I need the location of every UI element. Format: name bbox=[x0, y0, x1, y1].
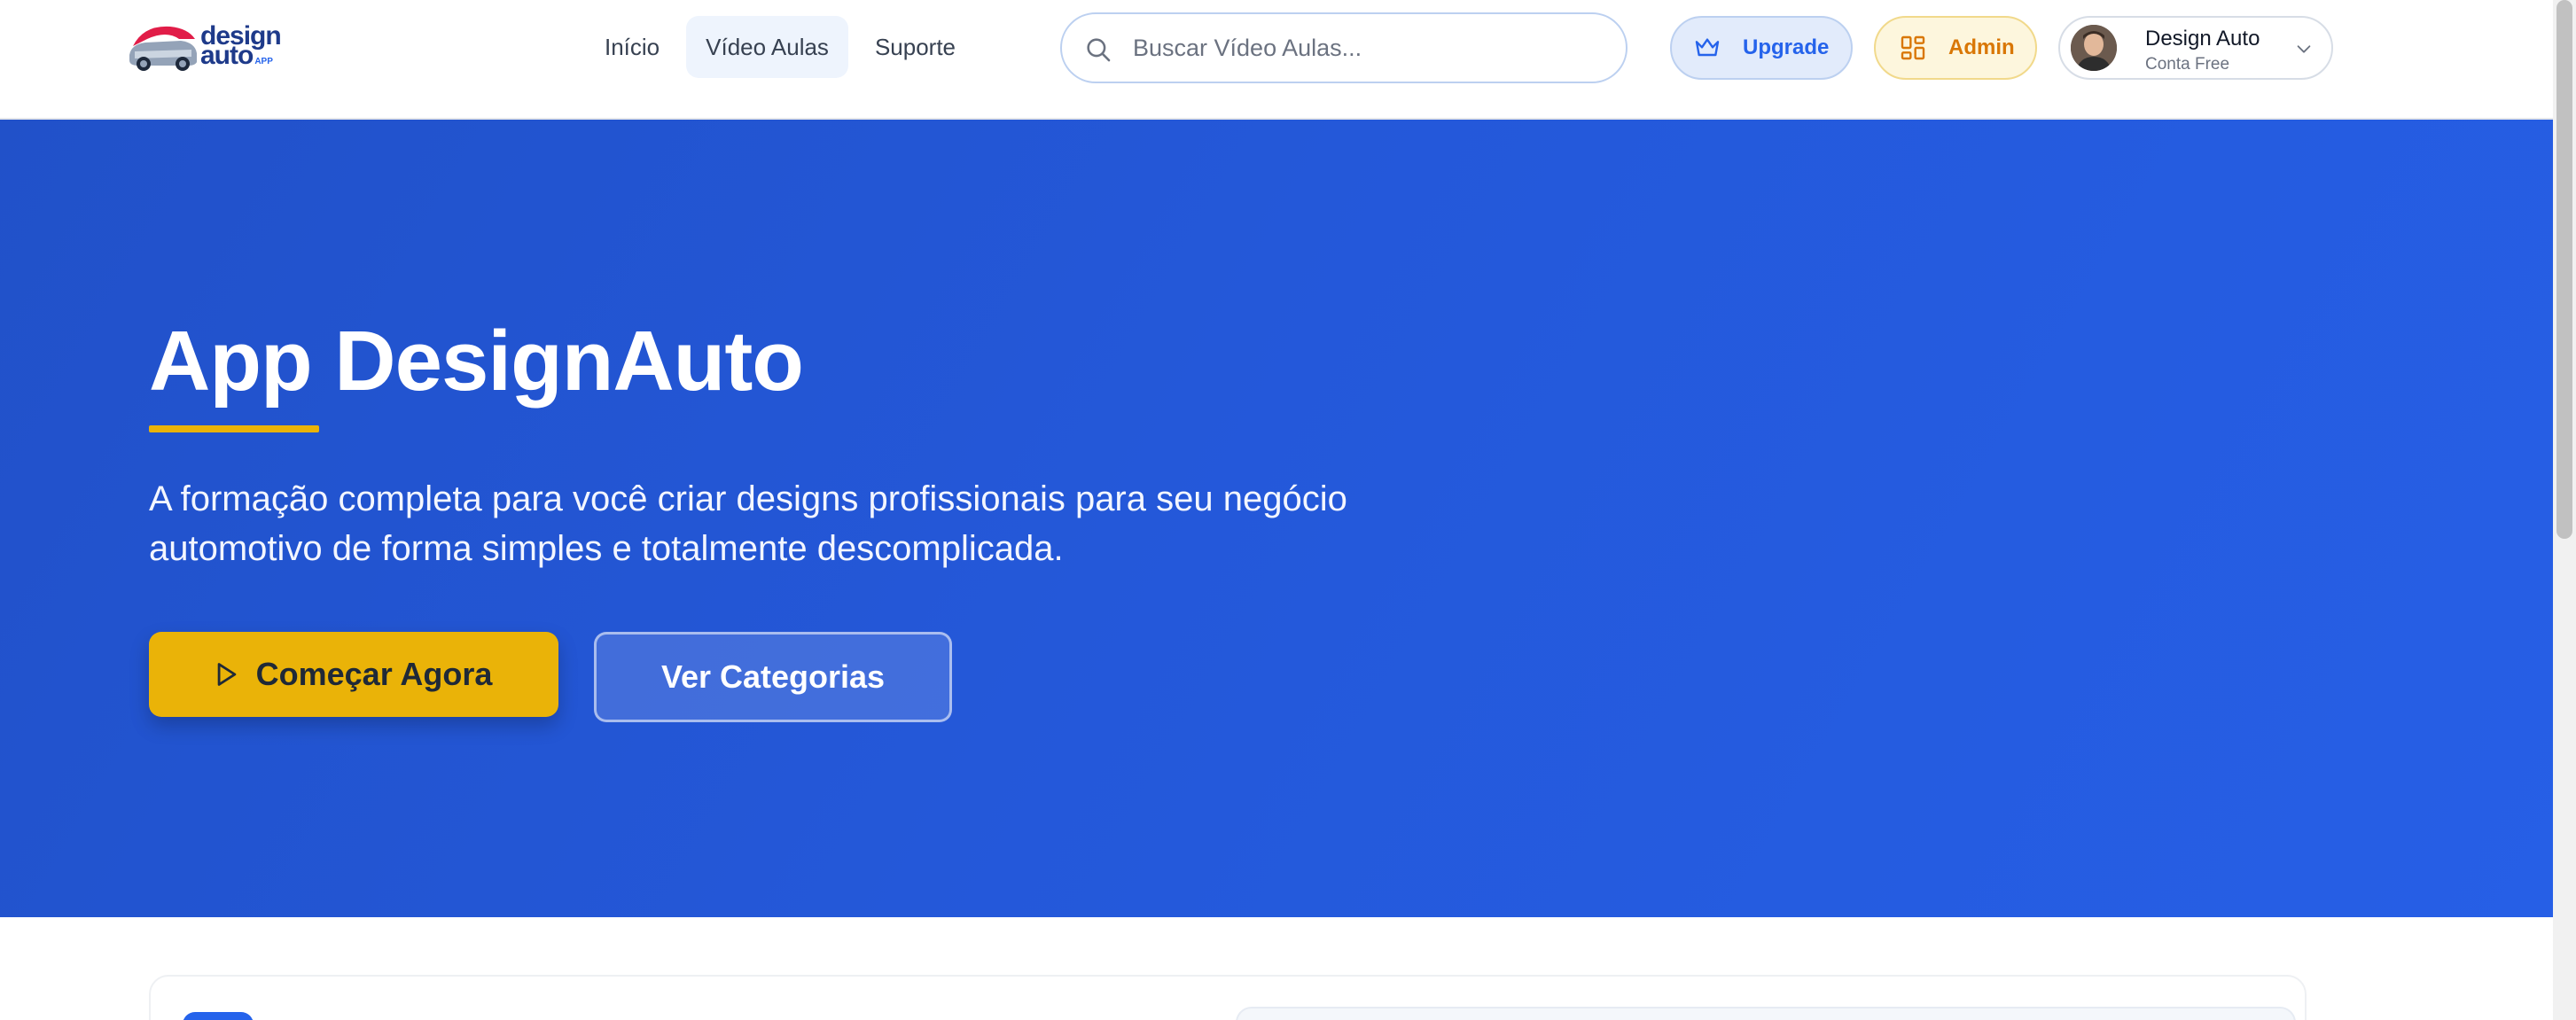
hero-title: App DesignAuto bbox=[149, 314, 804, 409]
car-logo-icon bbox=[129, 26, 197, 71]
page-scrollbar[interactable] bbox=[2553, 0, 2576, 1020]
content-card bbox=[149, 975, 2307, 1020]
search-icon bbox=[1087, 38, 1111, 62]
user-photo bbox=[2071, 25, 2117, 71]
title-underline bbox=[149, 425, 319, 432]
designauto-logo[interactable]: design auto APP bbox=[126, 19, 294, 76]
user-plan: Conta Free bbox=[2145, 55, 2230, 74]
hero-section: App DesignAuto A formação completa para … bbox=[0, 120, 2553, 917]
user-name: Design Auto bbox=[2145, 27, 2260, 51]
card-inner-panel bbox=[1236, 1007, 2296, 1020]
hero-subtitle: A formação completa para você criar desi… bbox=[149, 479, 1347, 568]
upgrade-button[interactable]: Upgrade bbox=[1670, 16, 1853, 80]
nav-item-suporte[interactable]: Suporte bbox=[855, 16, 975, 78]
card-icon-badge bbox=[183, 1012, 254, 1020]
logo-wordmark: design auto APP bbox=[200, 23, 282, 72]
chevron-down-icon bbox=[2297, 45, 2311, 53]
main-nav: Início Vídeo Aulas Suporte bbox=[585, 16, 975, 78]
play-icon bbox=[217, 663, 236, 686]
view-categories-label: Ver Categorias bbox=[660, 658, 886, 695]
logo-line-2: auto bbox=[200, 41, 254, 70]
user-menu-button[interactable]: Design Auto Conta Free bbox=[2058, 16, 2333, 80]
avatar bbox=[2071, 25, 2117, 71]
admin-label: Admin bbox=[1948, 35, 2015, 59]
search-bar bbox=[1060, 12, 1628, 83]
start-now-label: Começar Agora bbox=[255, 656, 493, 692]
top-header: design auto APP Início Vídeo Aulas Suport… bbox=[0, 0, 2553, 120]
crown-icon bbox=[1695, 38, 1720, 57]
logo-line-3: APP bbox=[254, 57, 273, 66]
dashboard-icon bbox=[1901, 35, 1925, 60]
nav-item-inicio[interactable]: Início bbox=[585, 16, 679, 78]
view-categories-button[interactable]: Ver Categorias bbox=[594, 632, 952, 722]
search-input[interactable] bbox=[1133, 23, 1594, 73]
start-now-button[interactable]: Começar Agora bbox=[149, 632, 558, 717]
admin-button[interactable]: Admin bbox=[1874, 16, 2037, 80]
scrollbar-thumb[interactable] bbox=[2556, 0, 2572, 539]
nav-item-video-aulas[interactable]: Vídeo Aulas bbox=[686, 16, 848, 78]
upgrade-label: Upgrade bbox=[1743, 35, 1830, 59]
